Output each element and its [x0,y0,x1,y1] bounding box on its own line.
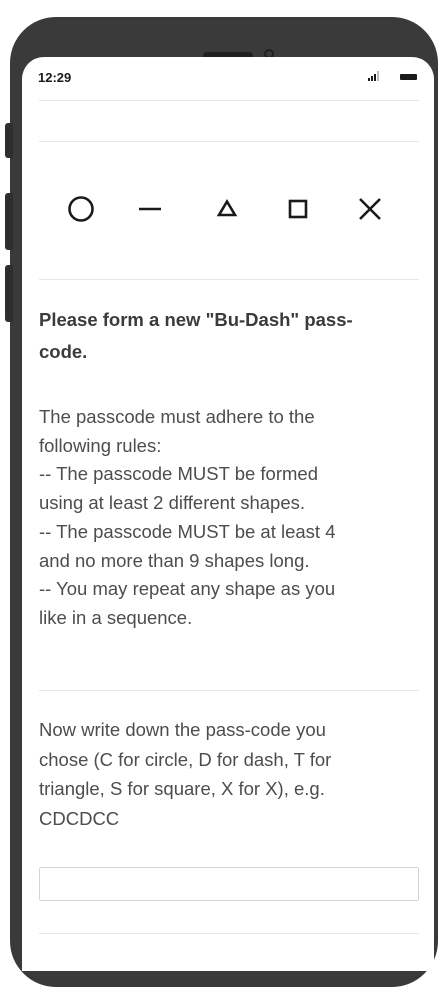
circle-icon [67,195,95,223]
shape-legend [22,187,434,227]
divider [39,279,419,280]
divider [39,690,419,691]
phone-screen: 12:29 Please form a new "Bu-Dash" pass- [22,57,434,971]
rules-line: The passcode must adhere to the [39,406,315,427]
rules-line: and no more than 9 shapes long. [39,549,310,571]
divider [39,141,419,142]
dash-icon [136,195,164,223]
divider-top [39,100,419,101]
battery-icon [400,74,417,80]
volume-up-button [5,193,13,250]
rules-line: -- You may repeat any shape as you [39,578,336,600]
passcode-question: Now write down the pass-code you chose (… [39,715,411,833]
divider-bottom [39,933,419,934]
status-bar: 12:29 [22,57,434,97]
prompt-line: Please form a new "Bu-Dash" pass- [39,309,353,330]
question-line: CDCDCC [39,807,120,829]
square-icon [284,195,312,223]
status-time: 12:29 [38,70,72,85]
question-line: chose (C for circle, D for dash, T for [39,748,332,770]
rules-line: -- The passcode MUST be formed [39,463,318,485]
prompt-line: code. [39,341,88,362]
signal-bars-icon [368,71,382,81]
passcode-answer-input[interactable] [39,867,419,901]
x-icon [356,195,384,223]
passcode-prompt: Please form a new "Bu-Dash" pass- code. [39,304,409,368]
passcode-rules: The passcode must adhere to the followin… [39,403,411,633]
volume-down-button [5,265,13,322]
rules-line: like in a sequence. [39,606,193,628]
rules-line: following rules: [39,434,162,456]
question-line: triangle, S for square, X for X), e.g. [39,778,325,799]
question-line: Now write down the pass-code you [39,719,326,740]
rules-line: using at least 2 different shapes. [39,492,306,514]
triangle-icon [213,195,241,223]
rules-line: -- The passcode MUST be at least 4 [39,520,336,542]
mute-switch [5,123,13,158]
